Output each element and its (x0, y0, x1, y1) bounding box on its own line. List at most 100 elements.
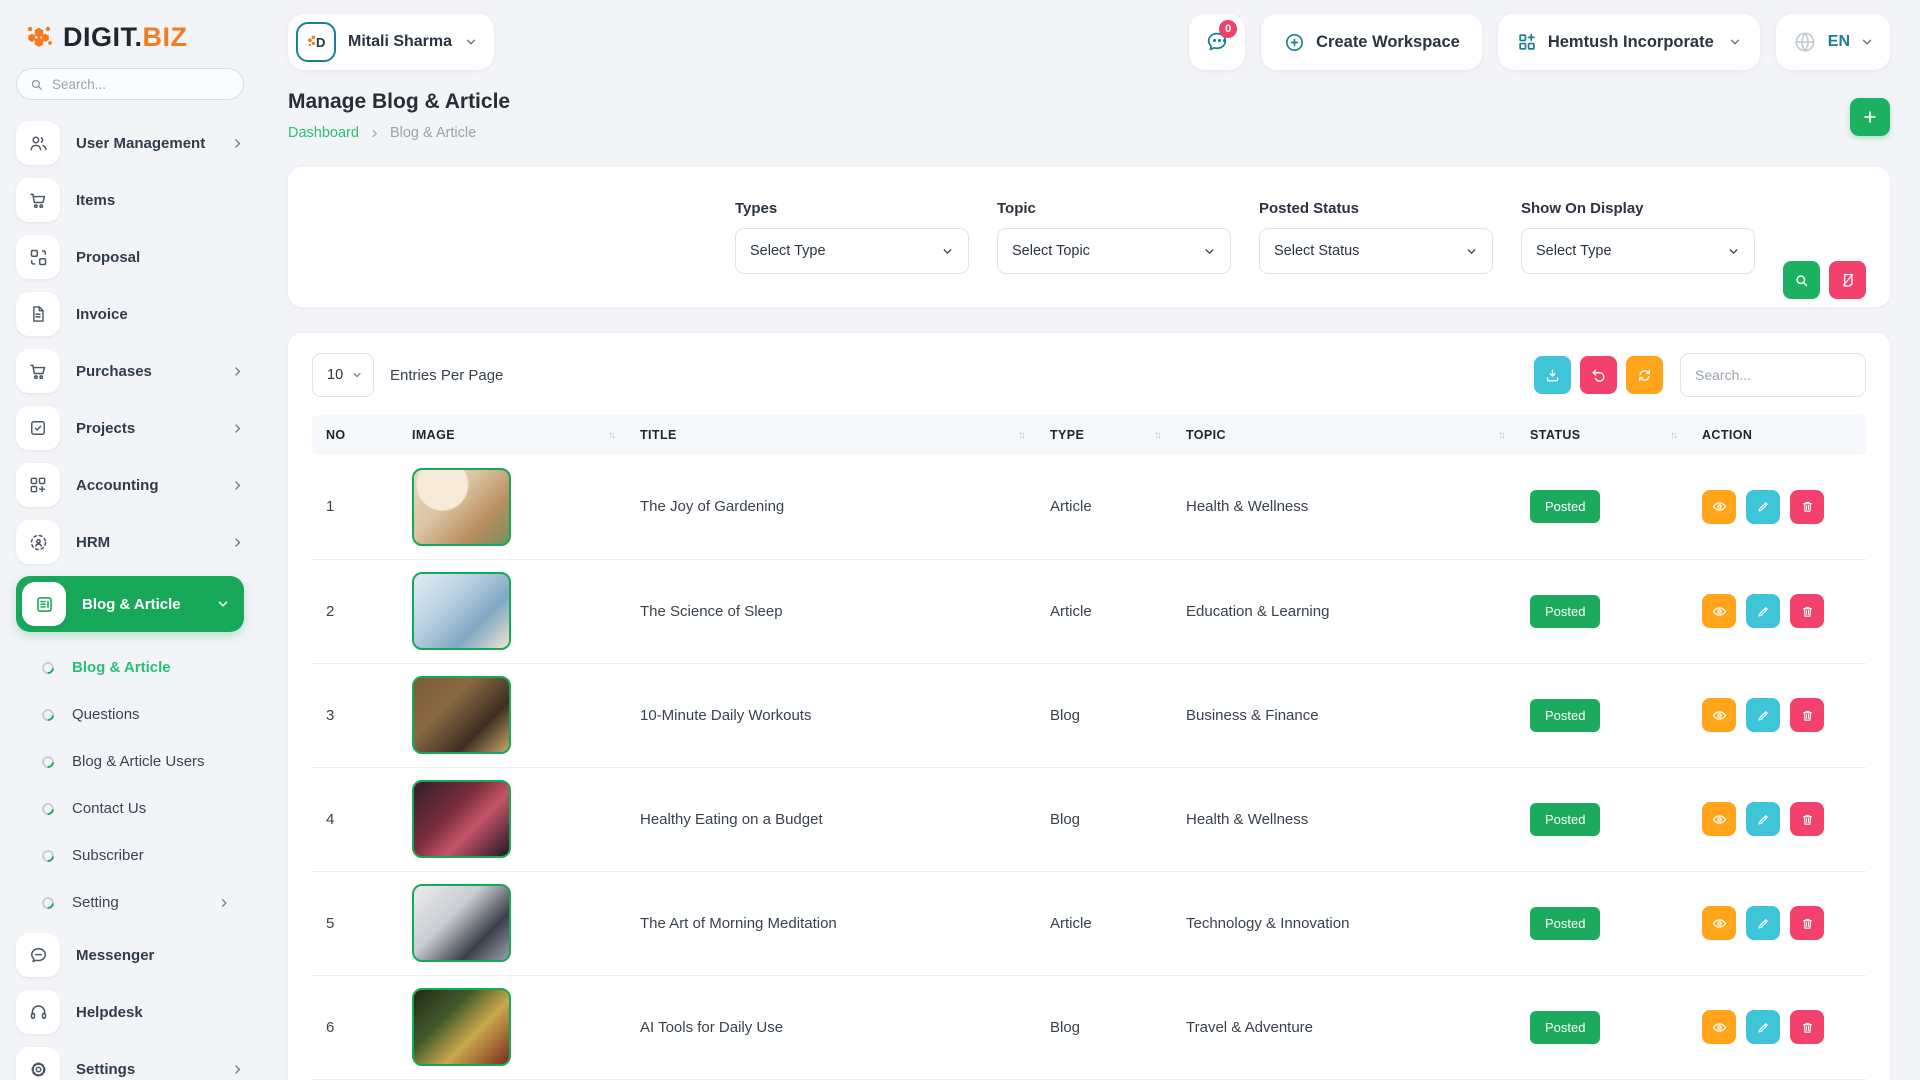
select-value: Select Type (1536, 243, 1612, 259)
messages-badge: 0 (1219, 20, 1237, 38)
refresh-button[interactable] (1626, 356, 1663, 394)
article-thumbnail[interactable] (412, 468, 511, 546)
status-badge: Posted (1530, 803, 1600, 836)
user-menu[interactable]: D Mitali Sharma (288, 14, 494, 70)
article-type: Blog (1042, 975, 1178, 1079)
row-number: 3 (312, 663, 404, 767)
sidebar-subitem-questions[interactable]: Questions (16, 691, 244, 738)
edit-button[interactable] (1746, 698, 1780, 732)
view-button[interactable] (1702, 906, 1736, 940)
language-switcher[interactable]: EN (1776, 14, 1890, 70)
chevron-right-icon (231, 422, 244, 435)
delete-button[interactable] (1790, 802, 1824, 836)
types-select[interactable]: Select Type (735, 228, 969, 274)
sidebar-item-proposal[interactable]: Proposal (16, 234, 244, 280)
sidebar-subitem-contact-us[interactable]: Contact Us (16, 785, 244, 832)
topic-select[interactable]: Select Topic (997, 228, 1231, 274)
sidebar-item-hrm[interactable]: HRM (16, 519, 244, 565)
table-row: 3 10-Minute Daily Workouts Blog Business… (312, 663, 1866, 767)
delete-button[interactable] (1790, 1010, 1824, 1044)
article-thumbnail[interactable] (412, 988, 511, 1066)
sidebar-subitem-subscriber[interactable]: Subscriber (16, 832, 244, 879)
chevron-right-icon (231, 479, 244, 492)
chevron-down-icon (216, 597, 230, 611)
view-button[interactable] (1702, 490, 1736, 524)
clear-filter-button[interactable] (1829, 261, 1866, 299)
breadcrumb-dashboard-link[interactable]: Dashboard (288, 125, 359, 141)
sidebar-item-invoice[interactable]: Invoice (16, 291, 244, 337)
sidebar-search[interactable] (16, 68, 244, 100)
sort-icon[interactable]: ↑↓ (1018, 430, 1034, 441)
export-download-button[interactable] (1534, 356, 1571, 394)
globe-icon (1792, 29, 1818, 55)
edit-button[interactable] (1746, 594, 1780, 628)
sidebar-item-user-management[interactable]: User Management (16, 120, 244, 166)
sidebar-item-helpdesk[interactable]: Helpdesk (16, 989, 244, 1035)
chevron-down-icon (1203, 245, 1216, 258)
posted-status-select[interactable]: Select Status (1259, 228, 1493, 274)
article-thumbnail[interactable] (412, 676, 511, 754)
sort-icon[interactable]: ↑↓ (1498, 430, 1514, 441)
sort-icon[interactable]: ↑↓ (608, 430, 624, 441)
filter-search-button[interactable] (1783, 261, 1820, 299)
edit-button[interactable] (1746, 906, 1780, 940)
delete-button[interactable] (1790, 906, 1824, 940)
create-workspace-button[interactable]: Create Workspace (1261, 14, 1482, 70)
col-type: TYPE↑↓ (1042, 415, 1178, 455)
article-type: Article (1042, 871, 1178, 975)
sidebar-item-items[interactable]: Items (16, 177, 244, 223)
delete-button[interactable] (1790, 490, 1824, 524)
entries-per-page-select[interactable]: 10 (312, 353, 374, 397)
blog-icon (22, 582, 66, 626)
select-value: Select Topic (1012, 243, 1090, 259)
article-thumbnail[interactable] (412, 780, 511, 858)
edit-button[interactable] (1746, 490, 1780, 524)
sidebar-subitem-blog-article[interactable]: Blog & Article (16, 644, 244, 691)
delete-button[interactable] (1790, 698, 1824, 732)
sidebar-item-label: Projects (76, 420, 231, 437)
view-button[interactable] (1702, 1010, 1736, 1044)
show-on-display-select[interactable]: Select Type (1521, 228, 1755, 274)
filter-label: Show On Display (1521, 200, 1755, 217)
cart-icon (16, 178, 60, 222)
article-title: 10-Minute Daily Workouts (632, 663, 1042, 767)
table-row: 4 Healthy Eating on a Budget Blog Health… (312, 767, 1866, 871)
view-button[interactable] (1702, 802, 1736, 836)
sidebar-item-accounting[interactable]: Accounting (16, 462, 244, 508)
sort-icon[interactable]: ↑↓ (1670, 430, 1686, 441)
bullet-icon (40, 706, 57, 723)
sidebar-item-label: Accounting (76, 477, 231, 494)
article-thumbnail[interactable] (412, 884, 511, 962)
sidebar-item-projects[interactable]: Projects (16, 405, 244, 451)
article-topic: Technology & Innovation (1178, 871, 1522, 975)
add-blog-button[interactable] (1850, 98, 1890, 136)
filter-label: Topic (997, 200, 1231, 217)
edit-button[interactable] (1746, 1010, 1780, 1044)
entries-value: 10 (327, 367, 343, 383)
messages-button[interactable]: 0 (1189, 14, 1245, 70)
sidebar-subitem-blog-article-users[interactable]: Blog & Article Users (16, 738, 244, 785)
sidebar-item-messenger[interactable]: Messenger (16, 932, 244, 978)
sidebar-item-blog-article[interactable]: Blog & Article (16, 576, 244, 632)
undo-button[interactable] (1580, 356, 1617, 394)
row-number: 1 (312, 455, 404, 559)
sort-icon[interactable]: ↑↓ (1154, 430, 1170, 441)
edit-button[interactable] (1746, 802, 1780, 836)
sidebar-item-purchases[interactable]: Purchases (16, 348, 244, 394)
hexagon-logo-icon (22, 20, 56, 54)
article-topic: Education & Learning (1178, 559, 1522, 663)
workspace-switcher[interactable]: Hemtush Incorporate (1498, 14, 1760, 70)
bullet-icon (40, 753, 57, 770)
bullet-icon (40, 847, 57, 864)
sidebar-search-input[interactable] (52, 77, 231, 92)
sidebar-item-settings[interactable]: Settings (16, 1046, 244, 1080)
sidebar-subitem-setting[interactable]: Setting (16, 879, 244, 926)
delete-button[interactable] (1790, 594, 1824, 628)
avatar: D (296, 22, 336, 62)
sidebar-item-label: HRM (76, 534, 231, 551)
table-search-input[interactable] (1680, 353, 1866, 397)
article-type: Article (1042, 559, 1178, 663)
article-thumbnail[interactable] (412, 572, 511, 650)
view-button[interactable] (1702, 698, 1736, 732)
view-button[interactable] (1702, 594, 1736, 628)
